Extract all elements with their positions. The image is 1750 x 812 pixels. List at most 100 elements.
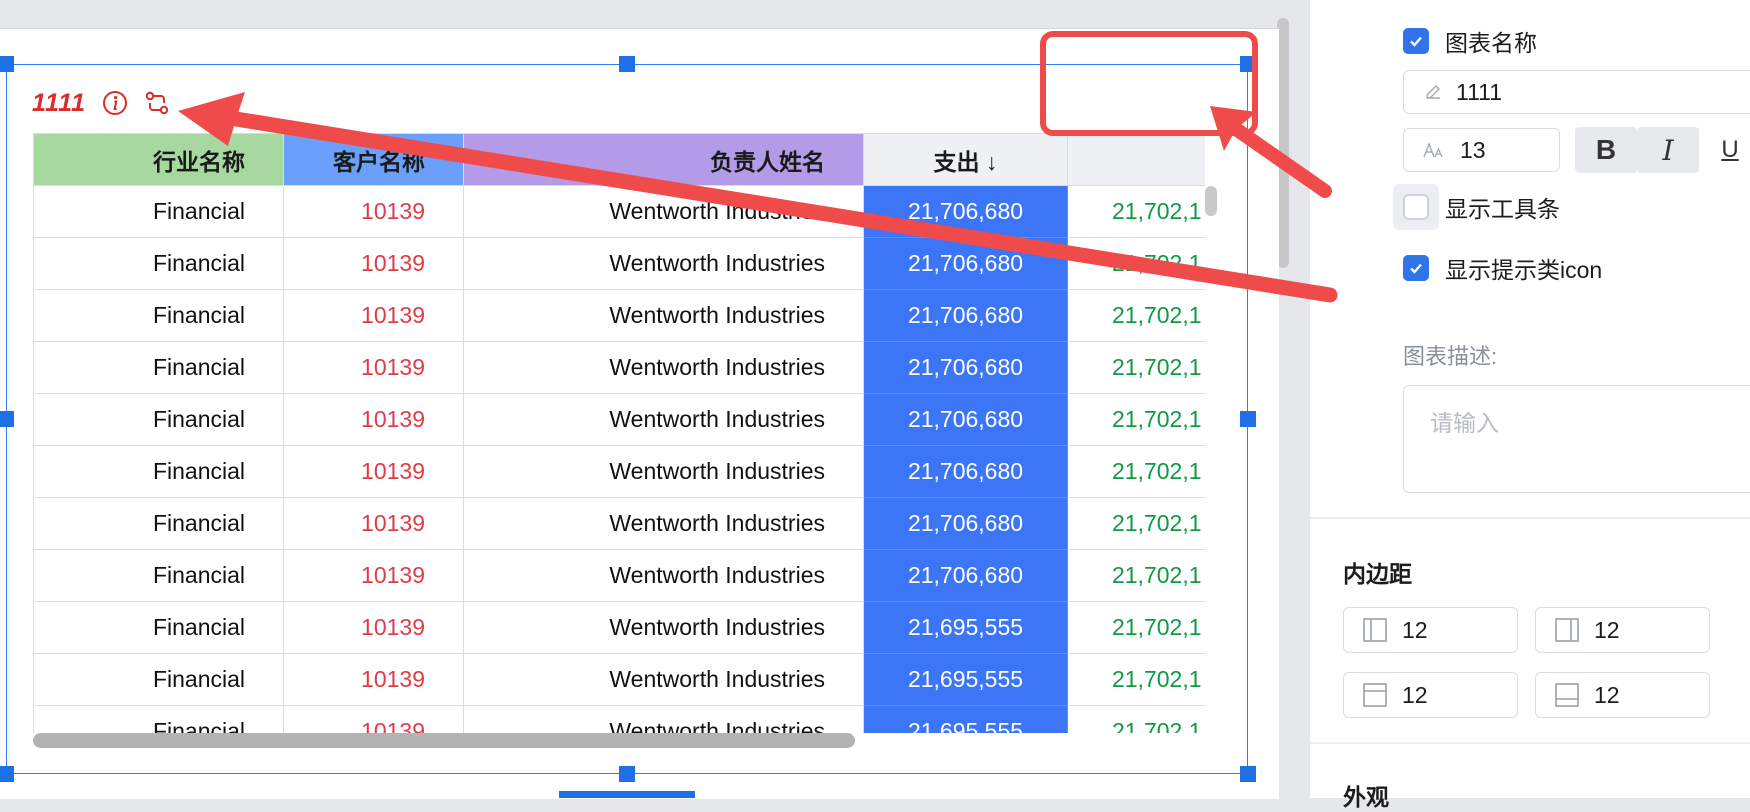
table-row[interactable]: Financial 10139 Wentworth Industries 21,706… (33, 237, 1205, 290)
table-cell: 21,702,1 (1067, 341, 1205, 394)
resize-handle-top-left[interactable] (0, 56, 14, 72)
column-header[interactable]: 客户名称 (283, 133, 464, 186)
padding-right-icon (1555, 618, 1579, 642)
table-vertical-scrollbar[interactable] (1205, 186, 1217, 216)
table-cell: 21,695,555 (863, 705, 1068, 733)
padding-bottom-input[interactable]: 12 (1535, 672, 1710, 718)
table-row[interactable]: Financial 10139 Wentworth Industries 21,706… (33, 549, 1205, 602)
bottom-indicator (559, 791, 695, 798)
table-row[interactable]: Financial 10139 Wentworth Industries 21,706… (33, 497, 1205, 550)
column-header[interactable]: 行业名称 (33, 133, 284, 186)
column-header[interactable]: 差旅 (1067, 133, 1205, 186)
title-input-value: 1111 (1456, 78, 1503, 105)
chart-name-checkbox[interactable] (1403, 28, 1429, 54)
table-cell: Financial (33, 601, 284, 654)
table-cell: 21,702,1 (1067, 445, 1205, 498)
table-cell: 10139 (283, 601, 464, 654)
resize-handle-bottom-right[interactable] (1240, 766, 1256, 782)
padding-top-value: 12 (1402, 681, 1428, 708)
show-tip-icon-checkbox[interactable] (1403, 255, 1429, 281)
section-divider (1310, 517, 1750, 519)
table-row[interactable]: Financial 10139 Wentworth Industries 21,706… (33, 393, 1205, 446)
table-cell: 21,706,680 (863, 497, 1068, 550)
padding-top-input[interactable]: 12 (1343, 672, 1518, 718)
show-tip-icon-toggle[interactable]: 显示提示类icon (1403, 251, 1602, 285)
checkmark-icon (1410, 36, 1422, 47)
title-input[interactable]: 1111 (1403, 70, 1750, 114)
column-header-sorted[interactable]: 支出 ↓ (863, 133, 1068, 186)
resize-handle-top[interactable] (619, 56, 635, 72)
table-cell: 21,702,1 (1067, 497, 1205, 550)
padding-left-value: 12 (1402, 616, 1428, 643)
table-cell: 10139 (283, 185, 464, 238)
table-cell: Wentworth Industries (463, 341, 864, 394)
resize-handle-top-right[interactable] (1240, 56, 1256, 72)
table-cell: Financial (33, 445, 284, 498)
description-label: 图表描述: (1403, 344, 1498, 369)
table-header-row: 行业名称 客户名称 负责人姓名 支出 ↓ 差旅 (33, 133, 1205, 186)
table-row[interactable]: Financial 10139 Wentworth Industries 21,695… (33, 705, 1205, 733)
underline-button[interactable]: U (1699, 127, 1750, 173)
resize-handle-left[interactable] (0, 411, 14, 427)
table-cell: Wentworth Industries (463, 289, 864, 342)
show-toolbar-toggle[interactable]: 显示工具条 (1393, 184, 1560, 230)
canvas-area: 1111 行业名称 客户名称 负责人姓名 支出 ↓ 差旅 Financial10… (0, 0, 1310, 799)
chart-title[interactable]: 1111 (32, 89, 86, 118)
table-cell: 21,702,1 (1067, 237, 1205, 290)
table-cell: Financial (33, 393, 284, 446)
padding-right-input[interactable]: 12 (1535, 607, 1710, 653)
show-toolbar-checkbox[interactable] (1403, 194, 1429, 220)
description-placeholder: 请输入 (1430, 410, 1499, 436)
table-cell: 10139 (283, 445, 464, 498)
bold-button[interactable]: B (1575, 127, 1637, 173)
table-cell: Wentworth Industries (463, 601, 864, 654)
checkmark-icon (1410, 263, 1422, 274)
table-cell: Wentworth Industries (463, 237, 864, 290)
table-cell: 10139 (283, 497, 464, 550)
table-row[interactable]: Financial 10139 Wentworth Industries 21,706… (33, 185, 1205, 238)
padding-left-input[interactable]: 12 (1343, 607, 1518, 653)
description-textarea[interactable]: 请输入 (1403, 385, 1750, 493)
table-row[interactable]: Financial 10139 Wentworth Industries 21,706… (33, 289, 1205, 342)
table-cell: 21,702,1 (1067, 653, 1205, 706)
padding-section-title: 内边距 (1343, 561, 1412, 587)
table-cell: Financial (33, 705, 284, 733)
table-cell: 21,702,1 (1067, 393, 1205, 446)
resize-handle-bottom[interactable] (619, 766, 635, 782)
appearance-section-title: 外观 (1343, 784, 1389, 810)
chart-name-toggle[interactable]: 图表名称 (1403, 24, 1537, 58)
table-horizontal-scrollbar[interactable] (33, 733, 855, 748)
drill-icon[interactable] (144, 90, 170, 116)
italic-button[interactable]: I (1637, 127, 1699, 173)
table-row[interactable]: Financial 10139 Wentworth Industries 21,695… (33, 601, 1205, 654)
chart-title-row: 1111 (32, 86, 170, 120)
table-cell: 10139 (283, 289, 464, 342)
font-size-icon (1423, 142, 1443, 158)
resize-handle-right[interactable] (1240, 411, 1256, 427)
padding-top-icon (1363, 683, 1387, 707)
table-cell: 10139 (283, 705, 464, 733)
column-header[interactable]: 负责人姓名 (463, 133, 864, 186)
table-row[interactable]: Financial 10139 Wentworth Industries 21,706… (33, 445, 1205, 498)
table-cell: 21,695,555 (863, 601, 1068, 654)
resize-handle-bottom-left[interactable] (0, 766, 14, 782)
table-cell: 10139 (283, 341, 464, 394)
table-cell: Financial (33, 289, 284, 342)
padding-right-value: 12 (1594, 616, 1620, 643)
table-cell: 21,706,680 (863, 393, 1068, 446)
info-icon[interactable] (102, 90, 128, 116)
table-cell: 21,702,1 (1067, 289, 1205, 342)
padding-bottom-icon (1555, 683, 1579, 707)
table-row[interactable]: Financial 10139 Wentworth Industries 21,706… (33, 341, 1205, 394)
table-cell: 21,695,555 (863, 653, 1068, 706)
table-cell: 21,706,680 (863, 549, 1068, 602)
table-cell: Financial (33, 341, 284, 394)
table-cell: 21,702,1 (1067, 705, 1205, 733)
table-cell: 21,706,680 (863, 341, 1068, 394)
table-body: Financial 10139 Wentworth Industries 21,706… (33, 185, 1205, 733)
font-size-input[interactable]: 13 (1403, 128, 1560, 172)
table-cell: 21,706,680 (863, 289, 1068, 342)
table-cell: 21,706,680 (863, 445, 1068, 498)
table-cell: Wentworth Industries (463, 497, 864, 550)
table-row[interactable]: Financial 10139 Wentworth Industries 21,695… (33, 653, 1205, 706)
